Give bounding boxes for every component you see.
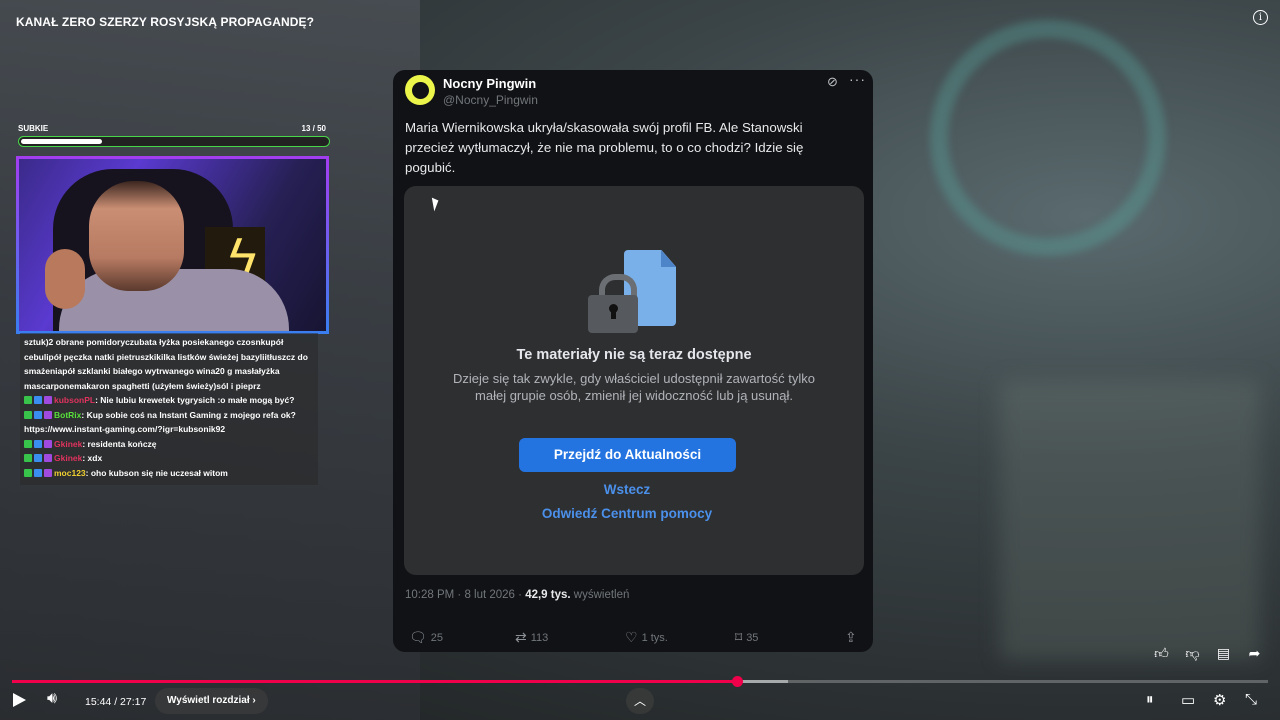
play-icon[interactable] xyxy=(13,693,26,707)
heart-icon: ♡ xyxy=(625,629,638,645)
chat-badge-icon xyxy=(44,454,52,462)
streamer-hoodie xyxy=(59,269,289,331)
chat-message: kubsonPL: Nie lubiu krewetek tygrysich :… xyxy=(20,393,318,408)
subtitles-icon[interactable]: ▭ xyxy=(1181,691,1195,709)
streamer-face xyxy=(89,181,184,291)
help-center-link[interactable]: Odwiedź Centrum pomocy xyxy=(404,506,850,521)
chat-message-text: sztuk)2 obrane pomidoryczubata łyżka pos… xyxy=(24,337,308,391)
chat-message: moc123: oho kubson się nie uczesał witom xyxy=(20,466,318,481)
video-title[interactable]: KANAŁ ZERO SZERZY ROSYJSKĄ PROPAGANDĘ? xyxy=(16,15,314,29)
info-icon[interactable]: i xyxy=(1253,10,1268,25)
chat-message-text: : xdx xyxy=(82,453,103,463)
progress-played xyxy=(12,680,737,683)
unavailable-content-embed: Te materiały nie są teraz dostępne Dziej… xyxy=(404,186,864,575)
embed-description: Dzieje się tak zwykle, gdy właściciel ud… xyxy=(453,371,815,403)
chat-username[interactable]: Gkinek xyxy=(54,453,82,463)
chat-message: Gkinek: xdx xyxy=(20,451,318,466)
player-controls: 🔊︎ 15:44 / 27:17 Wyświetl rozdział › ︿ ⏸… xyxy=(0,688,1280,720)
settings-gear-icon[interactable]: ⚙︎ xyxy=(1213,691,1226,709)
subgoal-widget: SUBKIE 13 / 50 xyxy=(18,124,330,147)
chat-badge-icon xyxy=(44,439,52,448)
chat-badge-icon xyxy=(24,468,32,477)
repost-icon: ⇄ xyxy=(515,629,527,645)
subgoal-fill xyxy=(21,139,102,144)
chat-username[interactable]: BotRix xyxy=(54,410,81,420)
chat-message: https://www.instant-gaming.com/?igr=kubs… xyxy=(20,422,318,437)
chat-message-text: : residenta kończę xyxy=(82,438,157,449)
bookmark-button[interactable]: ⌑ 35 xyxy=(735,629,758,646)
chat-badge-icon xyxy=(34,439,42,448)
time-display: 15:44 / 27:17 xyxy=(85,696,147,708)
stream-chat: sztuk)2 obrane pomidoryczubata łyżka pos… xyxy=(20,333,318,485)
go-to-feed-button[interactable]: Przejdź do Aktualności xyxy=(519,438,736,472)
repost-button[interactable]: ⇄ 113 xyxy=(515,629,548,646)
reply-icon: 🗨 xyxy=(409,629,427,645)
chat-badge-icon xyxy=(44,468,52,477)
avatar[interactable] xyxy=(405,75,435,105)
share-button[interactable]: ⇪ xyxy=(845,629,857,646)
chevron-up-icon[interactable]: ︿ xyxy=(626,688,654,714)
autoplay-toggle-icon[interactable]: ⏸︎ xyxy=(1146,691,1154,708)
more-options-icon[interactable]: ··· xyxy=(849,71,866,87)
chat-badge-icon xyxy=(34,410,42,419)
volume-icon[interactable]: 🔊︎ xyxy=(47,690,57,708)
chat-badge-icon xyxy=(44,396,52,404)
tweet-meta: 10:28 PM · 8 lut 2026 · 42,9 tys. wyświe… xyxy=(405,589,630,601)
like-video-icon[interactable]: 👍︎ xyxy=(1150,643,1173,663)
tweet-text: Maria Wiernikowska ukryła/skasowała swój… xyxy=(405,120,804,175)
back-link[interactable]: Wstecz xyxy=(404,482,850,497)
video-reactions: 👍︎ 👎︎ ▤ ➦ xyxy=(1150,643,1266,663)
streamer-webcam: ϟ xyxy=(16,156,329,334)
streamer-hand xyxy=(45,249,85,309)
chat-message-text: : Nie lubiu krewetek tygrysich :o małe m… xyxy=(95,395,295,405)
chat-badge-icon xyxy=(24,454,32,462)
video-progress-bar[interactable] xyxy=(12,676,1268,687)
chat-badge-icon xyxy=(34,396,42,404)
chat-username[interactable]: kubsonPL xyxy=(54,395,95,405)
like-button[interactable]: ♡ 1 tys. xyxy=(625,629,668,646)
tweet-author-name[interactable]: Nocny Pingwin xyxy=(443,76,536,91)
document-fold-icon xyxy=(661,250,676,267)
comments-icon[interactable]: ▤ xyxy=(1212,643,1235,663)
chat-username[interactable]: Gkinek xyxy=(54,439,82,449)
subgoal-count: 13 / 50 xyxy=(301,124,326,133)
chat-message-text: : oho kubson się nie uczesał witom xyxy=(85,467,228,478)
tweet-actions: 🗨 25 ⇄ 113 ♡ 1 tys. ⌑ 35 ⇪ xyxy=(405,629,863,649)
view-chapter-button[interactable]: Wyświetl rozdział › xyxy=(155,688,268,714)
video-background-neon xyxy=(930,20,1166,256)
progress-scrubber[interactable] xyxy=(731,676,743,687)
dislike-video-icon[interactable]: 👎︎ xyxy=(1181,643,1204,663)
share-icon: ⇪ xyxy=(845,629,857,645)
chat-badge-icon xyxy=(34,468,42,477)
tweet-card: Nocny Pingwin @Nocny_Pingwin ⊘ ··· Maria… xyxy=(393,70,873,652)
embed-title: Te materiały nie są teraz dostępne xyxy=(516,347,752,363)
bookmark-icon: ⌑ xyxy=(735,629,743,645)
tweet-author-handle[interactable]: @Nocny_Pingwin xyxy=(443,93,538,107)
chat-badge-icon xyxy=(34,454,42,462)
chat-message-text: https://www.instant-gaming.com/?igr=kubs… xyxy=(24,424,226,434)
chat-message-text: : Kup sobie coś na Instant Gaming z moje… xyxy=(81,409,296,420)
chat-username[interactable]: moc123 xyxy=(54,468,86,478)
chat-badge-icon xyxy=(24,396,32,404)
keyhole-stem-icon xyxy=(611,310,616,319)
reply-button[interactable]: 🗨 25 xyxy=(409,629,443,646)
subgoal-label: SUBKIE xyxy=(18,124,49,133)
share-video-icon[interactable]: ➦ xyxy=(1243,643,1266,663)
chat-badge-icon xyxy=(24,439,32,448)
chat-message: BotRix: Kup sobie coś na Instant Gaming … xyxy=(20,408,318,423)
chat-badge-icon xyxy=(44,410,52,419)
grok-icon[interactable]: ⊘ xyxy=(827,74,838,90)
exit-fullscreen-icon[interactable]: ⤡ xyxy=(1245,691,1257,708)
subgoal-bar xyxy=(18,136,330,147)
chat-badge-icon xyxy=(24,410,32,419)
chat-message: Gkinek: residenta kończę xyxy=(20,437,318,452)
video-background-right xyxy=(1000,380,1260,660)
